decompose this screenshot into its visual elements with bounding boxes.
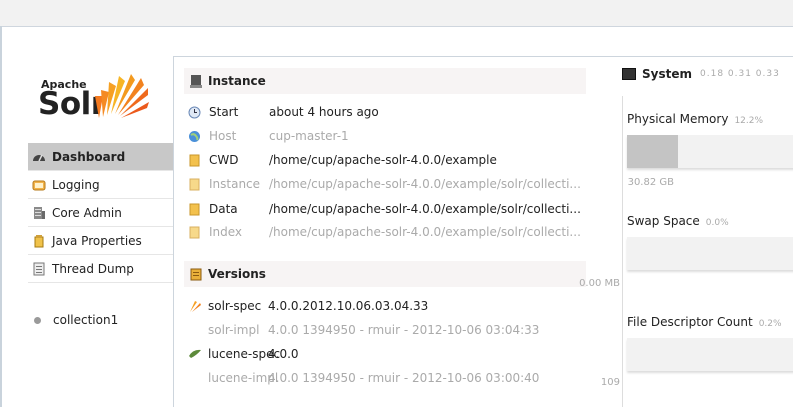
row-key: lucene-impl [208,371,279,385]
row-key: Instance [209,177,261,191]
row-value: /home/cup/apache-solr-4.0.0/example [269,153,497,167]
row-value: /home/cup/apache-solr-4.0.0/example/solr… [269,177,581,191]
version-row-lucene-impl: lucene-impl 4.0.0 1394950 - rmuir - 2012… [188,369,539,387]
metric-percent: 0.2% [758,319,782,329]
folder-icon [188,203,201,216]
nav-item-logging[interactable]: Logging [28,171,174,199]
instance-row-index: Index /home/cup/apache-solr-4.0.0/exampl… [188,222,581,242]
row-value: /home/cup/apache-solr-4.0.0/example/solr… [269,225,581,239]
folder-icon [188,226,201,239]
row-key: solr-spec [208,299,262,313]
nav-item-label: Dashboard [52,149,126,164]
physical-memory-total: 30.82 GB [627,177,674,188]
physical-memory-bar [627,135,793,168]
main-nav: Dashboard Logging Core Admin Java Proper… [28,143,174,283]
version-row-solr-spec: solr-spec 4.0.0.2012.10.06.03.04.33 [188,297,428,315]
nav-item-label: Thread Dump [52,261,134,276]
thread-dump-icon [32,262,46,276]
folder-icon [188,178,201,191]
system-header: System 0.18 0.31 0.33 [622,67,780,81]
metric-name: File Descriptor Count [627,315,753,329]
nav-item-dashboard[interactable]: Dashboard [28,143,174,171]
nav-item-core-admin[interactable]: Core Admin [28,199,174,227]
nav-item-thread-dump[interactable]: Thread Dump [28,255,174,283]
lucene-icon [188,347,202,361]
metric-percent: 0.0% [705,218,729,228]
version-row-lucene-spec: lucene-spec 4.0.0 [188,345,299,363]
java-properties-icon [32,234,46,248]
file-descriptor-total: 109 [600,377,620,388]
physical-memory-bar-fill [627,135,678,168]
core-selector-item[interactable]: collection1 [34,313,118,327]
row-value: cup-master-1 [269,129,349,143]
row-value: 4.0.0 1394950 - rmuir - 2012-10-06 03:00… [268,371,540,385]
dashboard-icon [32,150,46,164]
row-key: CWD [209,153,239,167]
nav-item-label: Java Properties [52,233,142,248]
core-name: collection1 [53,313,119,327]
row-key: Host [209,129,237,143]
nav-item-java-properties[interactable]: Java Properties [28,227,174,255]
file-descriptor-label: File Descriptor Count 0.2% [627,315,782,329]
swap-space-bar [627,237,793,270]
row-value: 4.0.0.2012.10.06.03.04.33 [268,299,429,313]
left-border [0,26,2,407]
versions-icon [190,268,202,281]
file-descriptor-bar [627,338,793,371]
row-value: 4.0.0 [268,347,299,361]
instance-row-data: Data /home/cup/apache-solr-4.0.0/example… [188,199,581,219]
system-load-average: 0.18 0.31 0.33 [700,69,780,79]
clock-icon [188,106,201,119]
metric-percent: 12.2% [734,116,764,126]
solr-icon [188,299,202,313]
core-admin-icon [32,206,46,220]
instance-header: Instance [184,68,586,94]
row-key: Data [209,202,238,216]
instance-row-instance: Instance /home/cup/apache-solr-4.0.0/exa… [188,174,581,194]
versions-header: Versions [184,261,586,287]
row-key: Index [209,225,243,239]
solr-sun-icon [95,74,149,118]
system-title: System [642,67,692,81]
instance-icon [190,74,202,88]
logging-icon [32,178,46,192]
row-key: lucene-spec [208,347,281,361]
solr-logo[interactable]: Apache Solr [38,62,158,128]
system-axis-line [622,96,623,407]
version-row-solr-impl: solr-impl 4.0.0 1394950 - rmuir - 2012-1… [188,321,539,339]
row-value: /home/cup/apache-solr-4.0.0/example/solr… [269,202,581,216]
nav-item-label: Logging [52,177,100,192]
versions-title: Versions [208,267,266,281]
row-value: 4.0.0 1394950 - rmuir - 2012-10-06 03:04… [268,323,540,337]
metric-name: Physical Memory [627,112,729,126]
metric-name: Swap Space [627,214,700,228]
swap-space-total: 0.00 MB [579,278,620,289]
top-header-bar [0,0,793,27]
row-value: about 4 hours ago [269,105,379,119]
core-status-icon [34,316,41,324]
folder-icon [188,154,201,167]
instance-row-cwd: CWD /home/cup/apache-solr-4.0.0/example [188,150,497,170]
system-monitor-icon [622,68,636,80]
row-key: solr-impl [208,323,260,337]
instance-row-host: Host cup-master-1 [188,126,349,146]
physical-memory-label: Physical Memory 12.2% [627,112,763,126]
instance-title: Instance [208,74,266,88]
globe-icon [188,130,201,143]
nav-item-label: Core Admin [52,205,122,220]
swap-space-label: Swap Space 0.0% [627,214,729,228]
instance-row-start: Start about 4 hours ago [188,102,379,122]
row-key: Start [209,105,239,119]
